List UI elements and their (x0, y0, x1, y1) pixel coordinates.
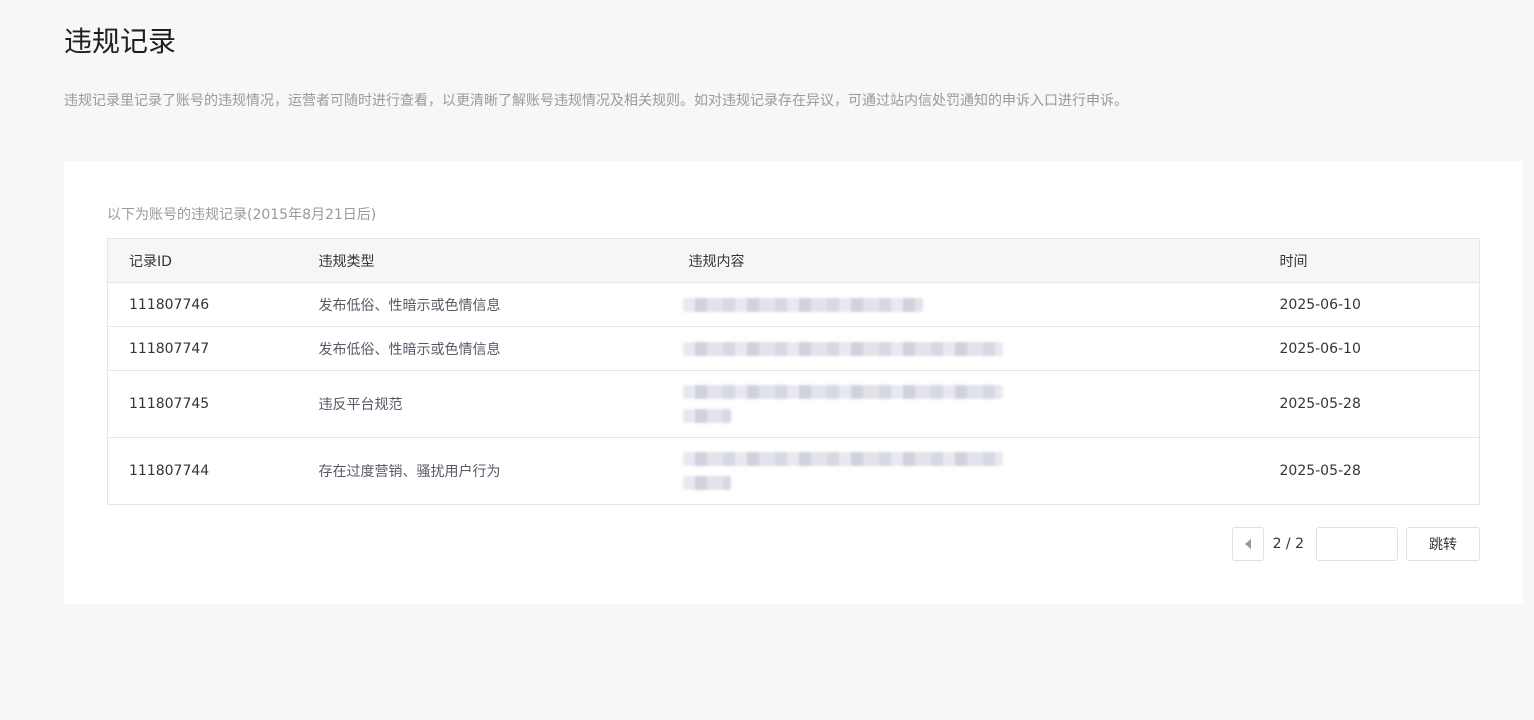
redacted-content (682, 409, 731, 423)
redacted-content (682, 452, 1003, 466)
records-card: 以下为账号的违规记录(2015年8月21日后) 记录ID 违规类型 违规内容 时… (64, 161, 1523, 604)
table-row: 111807747 发布低俗、性暗示或色情信息 2025-06-10 (107, 326, 1480, 371)
violation-records-table: 记录ID 违规类型 违规内容 时间 111807746 发布低俗、性暗示或色情信… (107, 238, 1480, 505)
record-type: 发布低俗、性暗示或色情信息 (318, 282, 689, 327)
caret-left-icon (1244, 539, 1251, 549)
record-time: 2025-06-10 (1279, 282, 1480, 327)
table-row: 111807745 违反平台规范 2025-05-28 (107, 370, 1480, 438)
record-content-redacted (682, 326, 1280, 371)
table-row: 111807746 发布低俗、性暗示或色情信息 2025-06-10 (107, 282, 1480, 327)
page-number-input[interactable] (1316, 527, 1398, 561)
prev-page-button[interactable] (1231, 527, 1264, 561)
column-header-time: 时间 (1279, 253, 1308, 270)
record-type: 存在过度营销、骚扰用户行为 (318, 437, 689, 505)
page-indicator: 2 / 2 (1272, 536, 1304, 552)
page-title: 违规记录 (64, 25, 177, 58)
record-content-redacted (682, 437, 1280, 505)
record-type: 违反平台规范 (318, 370, 689, 438)
record-time: 2025-05-28 (1279, 370, 1480, 438)
record-type: 发布低俗、性暗示或色情信息 (318, 326, 689, 371)
record-id: 111807744 (107, 437, 319, 505)
records-caption: 以下为账号的违规记录(2015年8月21日后) (107, 207, 377, 223)
column-header-type: 违规类型 (318, 253, 375, 270)
record-id: 111807747 (107, 326, 319, 371)
redacted-content (682, 476, 731, 490)
column-header-content: 违规内容 (688, 253, 745, 270)
record-time: 2025-05-28 (1279, 437, 1480, 505)
record-content-redacted (682, 370, 1280, 438)
pagination: 2 / 2 跳转 (1231, 527, 1480, 561)
record-id: 111807745 (107, 370, 319, 438)
record-time: 2025-06-10 (1279, 326, 1480, 371)
record-content-redacted (682, 282, 1280, 327)
page-description: 违规记录里记录了账号的违规情况，运营者可随时进行查看，以更清晰了解账号违规情况及… (64, 93, 1128, 109)
column-header-id: 记录ID (129, 253, 172, 270)
record-id: 111807746 (107, 282, 319, 327)
table-row: 111807744 存在过度营销、骚扰用户行为 2025-05-28 (107, 437, 1480, 505)
redacted-content (682, 385, 1003, 399)
redacted-content (682, 341, 1003, 356)
table-header-row: 记录ID 违规类型 违规内容 时间 (107, 238, 1480, 283)
jump-button[interactable]: 跳转 (1406, 527, 1480, 561)
redacted-content (682, 297, 923, 312)
